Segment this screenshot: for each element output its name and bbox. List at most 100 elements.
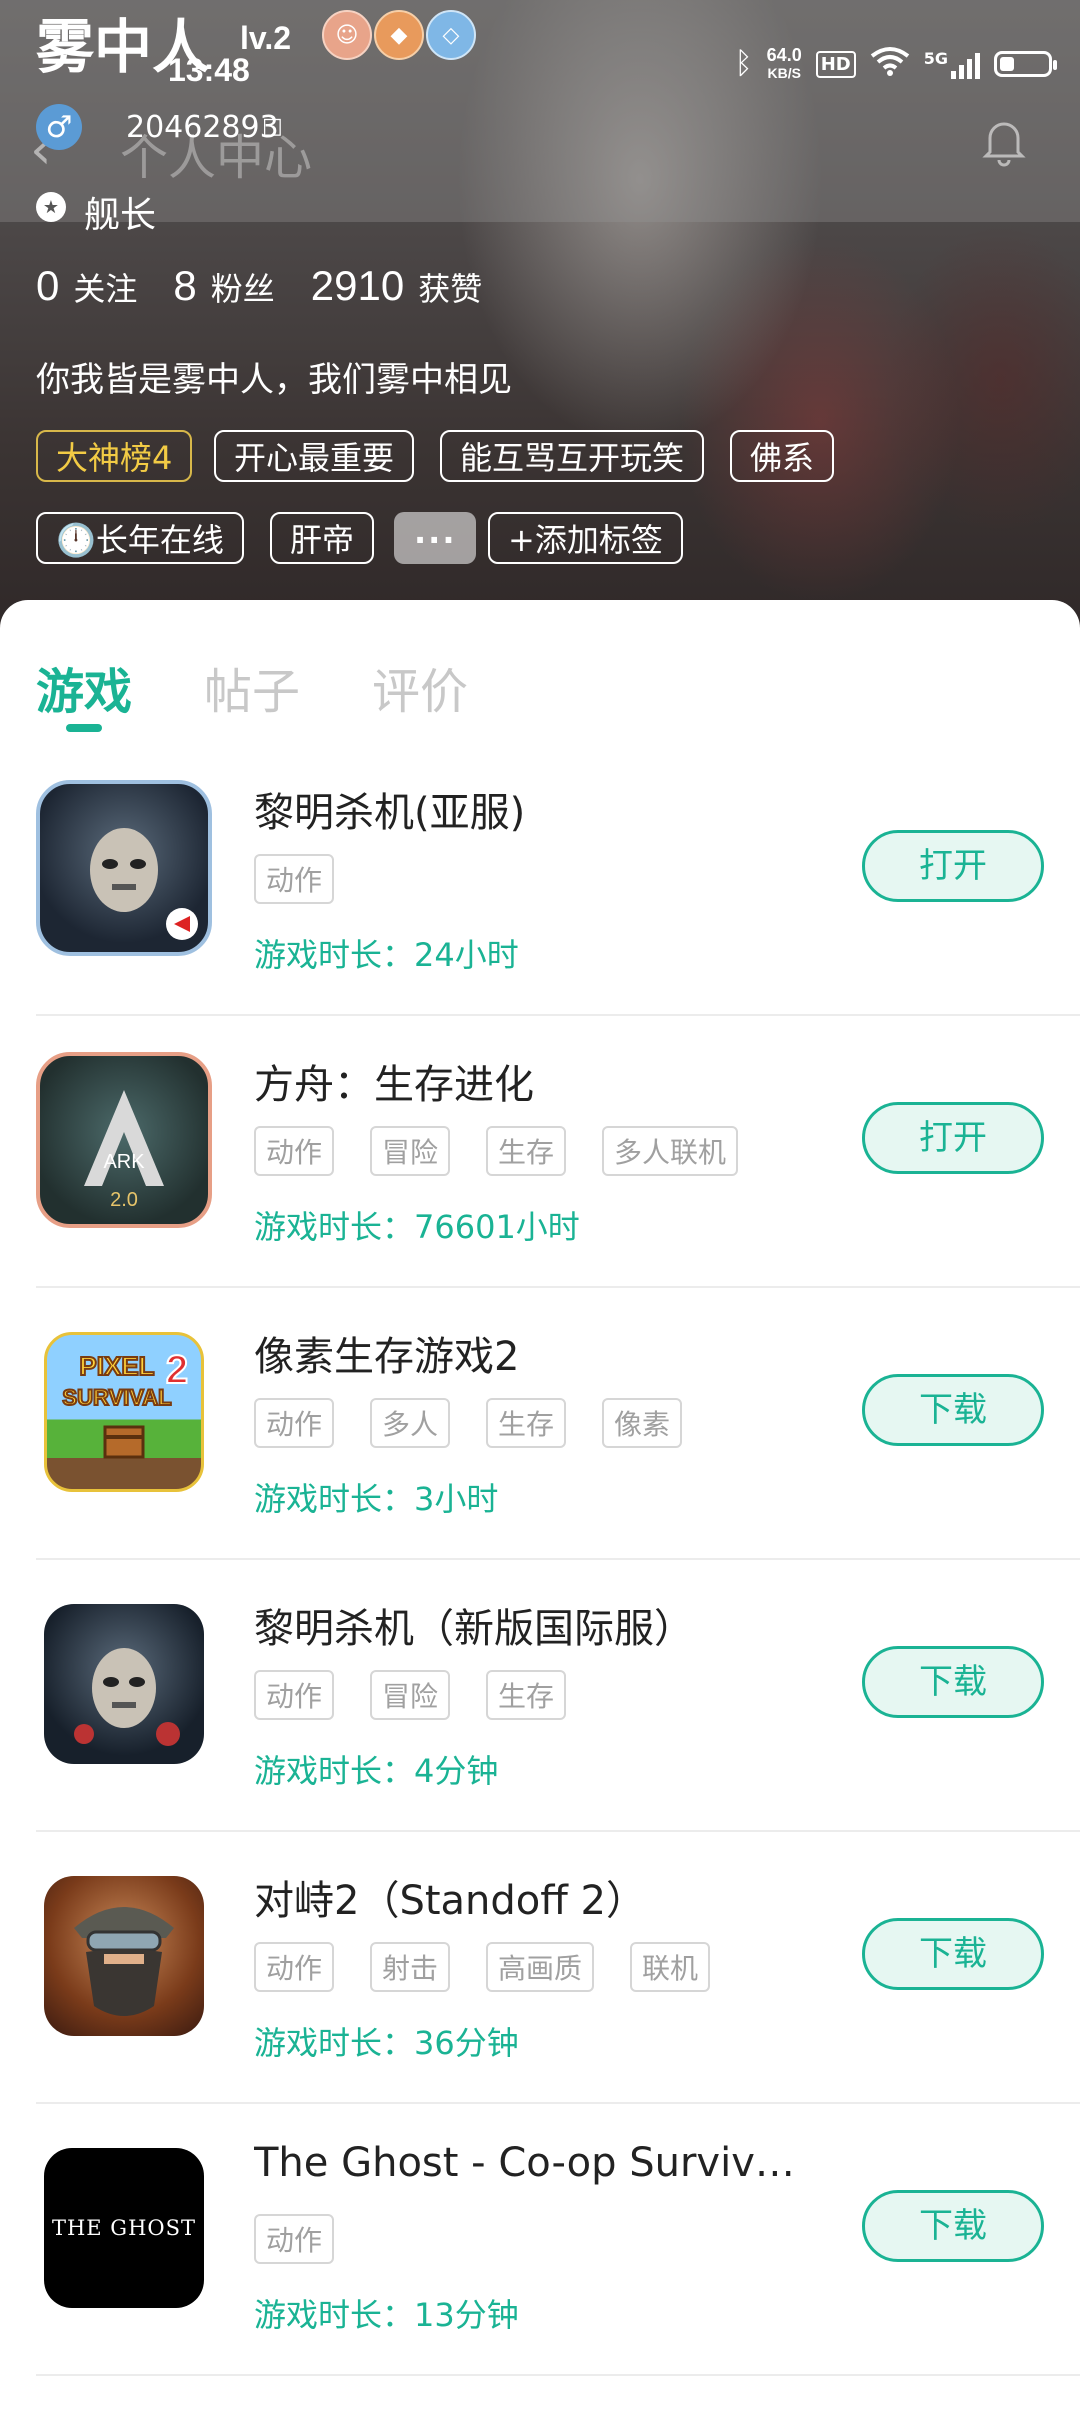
game-row[interactable]: 对峙2（Standoff 2） 动作 射击 高画质 联机 游戏时长：36分钟 下…: [0, 1832, 1080, 2104]
game-icon[interactable]: ARK 2.0: [36, 1052, 212, 1228]
net-speed-value: 64.0: [766, 45, 802, 65]
likes-label: 获赞: [418, 270, 483, 308]
user-id: 20462893: [126, 110, 279, 145]
game-tag: 多人联机: [602, 1126, 739, 1176]
game-icon[interactable]: [36, 780, 212, 956]
tag-item[interactable]: 开心最重要: [214, 430, 415, 482]
tag-item[interactable]: 🕛长年在线: [36, 512, 244, 564]
game-tag: 冒险: [370, 1126, 451, 1176]
playtime: 游戏时长：3小时: [254, 1480, 499, 1518]
game-tag: 生存: [486, 1126, 567, 1176]
signal-icon: 5G: [924, 49, 980, 79]
divider: [36, 2374, 1080, 2376]
bluetooth-icon: ᛒ: [734, 46, 753, 81]
open-button[interactable]: 打开: [862, 830, 1044, 902]
game-tags: 动作: [254, 854, 335, 904]
game-tags: 动作: [254, 2214, 335, 2264]
followers-count[interactable]: 8: [173, 262, 196, 310]
ark-text: ARK: [103, 1151, 145, 1173]
game-name[interactable]: 像素生存游戏2: [254, 1324, 519, 1382]
download-button[interactable]: 下载: [862, 1374, 1044, 1446]
game-tag: 动作: [254, 1942, 335, 1992]
tab-posts[interactable]: 帖子: [204, 652, 300, 722]
copy-icon[interactable]: □: [262, 114, 283, 139]
playtime: 游戏时长：4分钟: [254, 1752, 499, 1790]
following-label[interactable]: 关注: [73, 264, 137, 310]
content-sheet: 游戏 帖子 评价 黎明杀机(亚服) 动作 游戏时长：24小时 打开 ARK 2.…: [0, 600, 1080, 2412]
tag-item[interactable]: 能互骂互开玩笑: [440, 430, 705, 482]
net-speed-unit: KB/S: [767, 65, 801, 81]
playtime: 游戏时长：36分钟: [254, 2024, 519, 2062]
playtime: 游戏时长：13分钟: [254, 2296, 519, 2334]
battery-level: [1000, 57, 1014, 71]
medal-icon[interactable]: ◇: [426, 10, 476, 60]
game-tag: 多人: [370, 1398, 451, 1448]
tab-games[interactable]: 游戏: [36, 652, 132, 722]
game-row[interactable]: ARK 2.0 方舟：生存进化 动作 冒险 生存 多人联机 游戏时长：76601…: [0, 1016, 1080, 1288]
game-tags: 动作 冒险 生存: [254, 1670, 567, 1720]
ark-logo-icon: ARK 2.0: [84, 1090, 164, 1211]
profile-header-background: 13:48 ᛒ 64.0 KB/S HD 5G ‹ 个人中心 雾中人 lv.2 …: [0, 0, 1080, 640]
status-icons: ᛒ 64.0 KB/S HD 5G: [734, 46, 1057, 82]
followers-label[interactable]: 粉丝: [211, 264, 275, 310]
game-icon[interactable]: PIXEL SURVIVAL 2: [44, 1332, 204, 1492]
pixel-text: PIXEL: [79, 1351, 154, 1381]
game-row[interactable]: PIXEL SURVIVAL 2 像素生存游戏2 动作 多人 生存 像素 游戏时…: [0, 1288, 1080, 1560]
likes-count: 2910: [310, 262, 405, 309]
game-name[interactable]: 黎明杀机(亚服): [254, 780, 525, 838]
pixel-num-text: 2: [166, 1348, 188, 1392]
game-row[interactable]: THE GHOST The Ghost - Co-op Survival H..…: [0, 2104, 1080, 2376]
game-tag: 动作: [254, 854, 335, 904]
open-button[interactable]: 打开: [862, 1102, 1044, 1174]
soldier-icon: [74, 1907, 174, 2016]
username: 雾中人: [36, 13, 211, 81]
game-icon[interactable]: [44, 1876, 204, 2036]
game-tag: 联机: [630, 1942, 711, 1992]
game-tag: 动作: [254, 1126, 335, 1176]
game-name[interactable]: 对峙2（Standoff 2）: [254, 1868, 646, 1926]
rank-label: 舰长: [84, 195, 157, 236]
more-tags-button[interactable]: ···: [394, 512, 477, 564]
killer-mask-icon: [90, 828, 198, 940]
killer-mask-icon: [74, 1648, 180, 1746]
game-tag: 射击: [370, 1942, 451, 1992]
game-tag: 生存: [486, 1670, 567, 1720]
download-button[interactable]: 下载: [862, 1646, 1044, 1718]
tag-item[interactable]: 佛系: [730, 430, 835, 482]
hd-badge: HD: [815, 50, 856, 78]
game-tag: 动作: [254, 2214, 335, 2264]
medal-icon[interactable]: ◆: [374, 10, 424, 60]
playtime: 游戏时长：76601小时: [254, 1208, 580, 1246]
wifi-icon: [870, 46, 910, 82]
profile-stats: 0 关注 8 粉丝 2910 获赞: [36, 262, 518, 310]
download-button[interactable]: 下载: [862, 2190, 1044, 2262]
game-name[interactable]: 方舟：生存进化: [254, 1052, 534, 1110]
net-speed: 64.0 KB/S: [767, 46, 802, 82]
game-name[interactable]: 黎明杀机（新版国际服）: [254, 1596, 694, 1654]
game-icon[interactable]: THE GHOST: [44, 2148, 204, 2308]
game-tag: 生存: [486, 1398, 567, 1448]
tab-indicator: [66, 724, 102, 732]
game-tag: 高画质: [486, 1942, 595, 1992]
tag-rank[interactable]: 大神榜4: [36, 430, 193, 482]
male-gender-icon: ♂: [36, 104, 82, 150]
game-tag: 像素: [602, 1398, 683, 1448]
tab-reviews[interactable]: 评价: [372, 652, 468, 722]
game-name[interactable]: The Ghost - Co-op Survival H...: [254, 2140, 814, 2186]
medal-icon[interactable]: ☺: [322, 10, 372, 60]
game-icon[interactable]: [44, 1604, 204, 1764]
bell-icon[interactable]: [976, 112, 1032, 180]
survival-text: SURVIVAL: [62, 1385, 171, 1410]
playtime: 游戏时长：24小时: [254, 936, 519, 974]
game-tags: 动作 多人 生存 像素: [254, 1398, 683, 1448]
game-tag: 动作: [254, 1670, 335, 1720]
following-count[interactable]: 0: [36, 262, 59, 310]
tag-item[interactable]: 肝帝: [270, 512, 375, 564]
game-row[interactable]: 黎明杀机（新版国际服） 动作 冒险 生存 游戏时长：4分钟 下载: [0, 1560, 1080, 1832]
bio: 你我皆是雾中人，我们雾中相见: [36, 360, 512, 400]
star-badge-icon: ★: [36, 192, 66, 222]
add-tag-button[interactable]: +添加标签: [488, 512, 683, 564]
game-row[interactable]: 黎明杀机(亚服) 动作 游戏时长：24小时 打开: [0, 744, 1080, 1016]
download-button[interactable]: 下载: [862, 1918, 1044, 1990]
ark-version-text: 2.0: [110, 1189, 138, 1211]
